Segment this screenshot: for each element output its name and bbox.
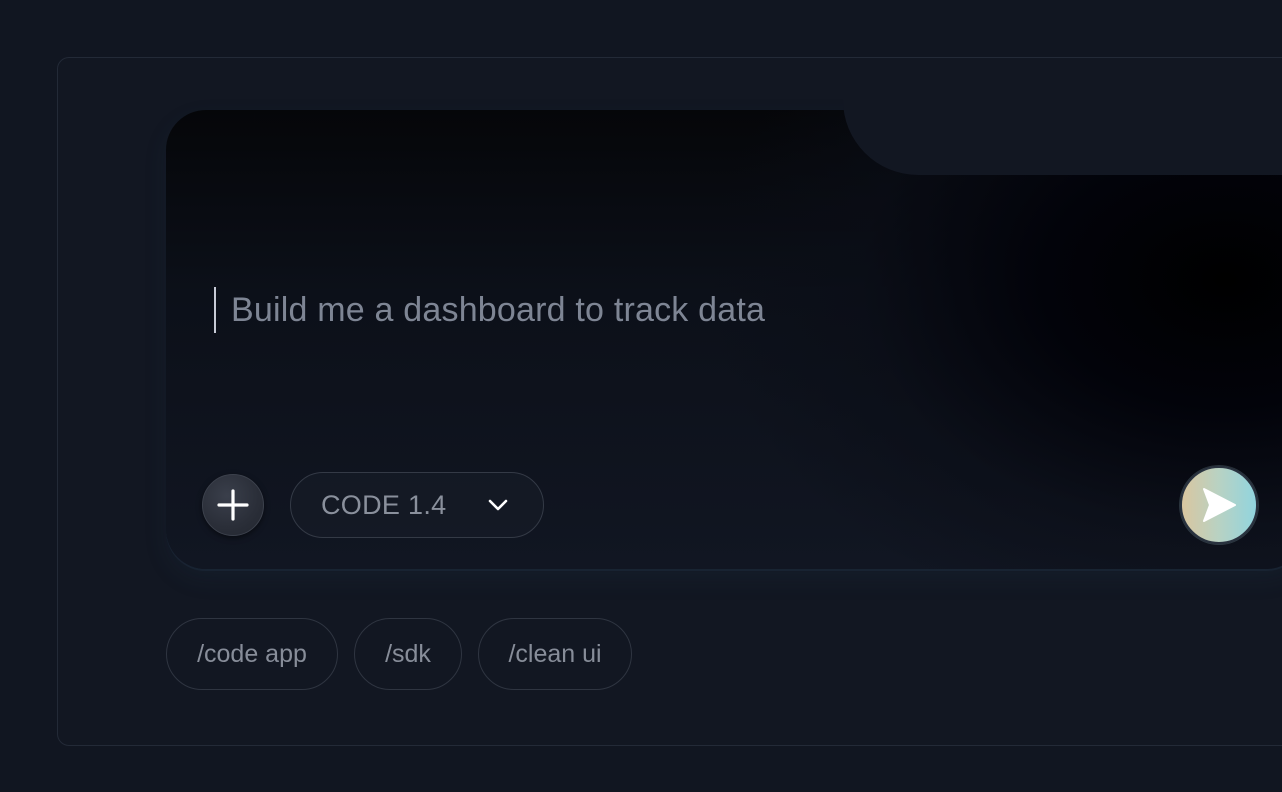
prompt-placeholder: Build me a dashboard to track data <box>231 290 766 329</box>
add-attachment-button[interactable] <box>202 474 264 536</box>
suggestion-chip-clean-ui[interactable]: /clean ui <box>478 618 632 690</box>
model-label: CODE 1.4 <box>321 489 447 520</box>
suggestion-chip-sdk[interactable]: /sdk <box>354 618 462 690</box>
send-icon <box>1203 488 1236 522</box>
chevron-down-icon <box>488 499 508 511</box>
suggestion-chip-code-app[interactable]: /code app <box>166 618 338 690</box>
card-notch <box>843 80 1282 175</box>
model-select[interactable]: CODE 1.4 <box>290 472 544 538</box>
send-button[interactable] <box>1180 466 1258 544</box>
plus-icon <box>217 489 249 521</box>
text-caret <box>214 287 216 333</box>
prompt-input[interactable]: Build me a dashboard to track data <box>214 286 765 334</box>
